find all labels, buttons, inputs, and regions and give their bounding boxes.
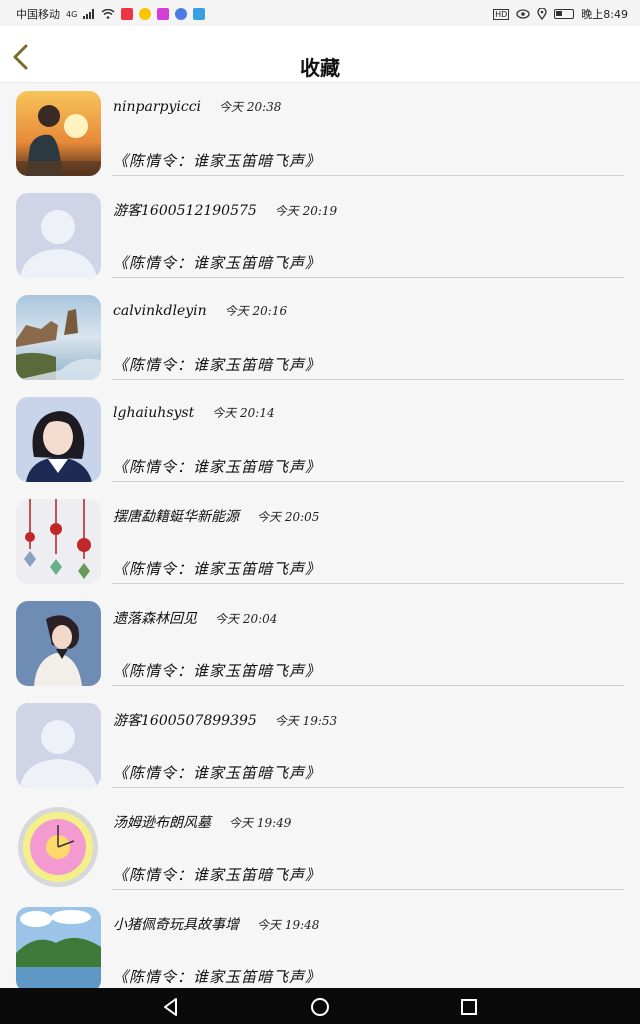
- favorites-list: ninparpyicci 今天 20:38 《陈情令：谁家玉笛暗飞声》 游客16…: [0, 82, 640, 988]
- default-person-icon: [16, 193, 101, 278]
- eye-icon: [516, 9, 530, 19]
- username: calvinkdleyin: [113, 303, 207, 319]
- pink-clock-image: [16, 805, 101, 890]
- timestamp: 今天 20:38: [219, 100, 282, 114]
- list-item[interactable]: 小猪佩奇玩具故事增 今天 19:48 《陈情令：谁家玉笛暗飞声》: [0, 898, 640, 988]
- header: 收藏: [0, 26, 640, 83]
- sea-cliff-image: [16, 295, 101, 380]
- recents-square-icon: [461, 999, 477, 1015]
- post-title: 《陈情令：谁家玉笛暗飞声》: [113, 458, 322, 476]
- avatar[interactable]: [16, 703, 101, 788]
- status-left: 中国移动 4G: [16, 6, 206, 22]
- navigation-bar: [0, 988, 640, 1024]
- app-icon-5: [193, 8, 206, 20]
- post-title: 《陈情令：谁家玉笛暗飞声》: [113, 560, 322, 578]
- status-bar: 中国移动 4G HD 晚上8:49: [0, 0, 640, 26]
- app-icon-1: [121, 8, 134, 20]
- username: 遗落森林回见: [113, 611, 197, 627]
- divider: [112, 583, 624, 584]
- avatar[interactable]: [16, 907, 101, 988]
- list-item[interactable]: 汤姆逊布朗风墓 今天 19:49 《陈情令：谁家玉笛暗飞声》: [0, 796, 640, 898]
- post-title: 《陈情令：谁家玉笛暗飞声》: [113, 152, 322, 170]
- location-icon: [537, 8, 547, 20]
- divider: [112, 175, 624, 176]
- list-item[interactable]: 游客1600512190575 今天 20:19 《陈情令：谁家玉笛暗飞声》: [0, 184, 640, 286]
- hd-icon: HD: [493, 8, 510, 20]
- divider: [112, 889, 624, 890]
- list-item[interactable]: 遗落森林回见 今天 20:04 《陈情令：谁家玉笛暗飞声》: [0, 592, 640, 694]
- avatar[interactable]: [16, 601, 101, 686]
- home-circle-icon: [311, 998, 329, 1016]
- item-meta: ninparpyicci 今天 20:38: [113, 98, 281, 115]
- timestamp: 今天 20:19: [274, 204, 338, 218]
- item-meta: 小猪佩奇玩具故事增 今天 19:48: [113, 914, 319, 934]
- divider: [112, 277, 624, 278]
- list-item[interactable]: 游客1600507899395 今天 19:53 《陈情令：谁家玉笛暗飞声》: [0, 694, 640, 796]
- post-title: 《陈情令：谁家玉笛暗飞声》: [113, 968, 322, 986]
- timestamp: 今天 20:16: [224, 304, 288, 318]
- timestamp: 今天 20:04: [215, 612, 278, 626]
- item-meta: 游客1600512190575 今天 20:19: [113, 200, 337, 220]
- list-item[interactable]: ninparpyicci 今天 20:38 《陈情令：谁家玉笛暗飞声》: [0, 82, 640, 184]
- nav-back-button[interactable]: [160, 996, 182, 1018]
- item-meta: 摆唐勐籍蜓华新能源 今天 20:05: [113, 506, 319, 526]
- girl-blue-image: [16, 601, 101, 686]
- username: 摆唐勐籍蜓华新能源: [113, 509, 239, 525]
- clock-label: 晚上8:49: [581, 8, 628, 21]
- avatar[interactable]: [16, 295, 101, 380]
- girl-portrait-image: [16, 397, 101, 482]
- signal-icon: [83, 9, 95, 19]
- item-meta: 游客1600507899395 今天 19:53: [113, 710, 337, 730]
- item-meta: 汤姆逊布朗风墓 今天 19:49: [113, 812, 291, 832]
- timestamp: 今天 19:48: [257, 918, 320, 932]
- app-icon-3: [157, 8, 170, 20]
- status-right: HD 晚上8:49: [493, 6, 628, 22]
- app-icon-2: [139, 8, 152, 20]
- item-meta: calvinkdleyin 今天 20:16: [113, 302, 287, 319]
- divider: [112, 685, 624, 686]
- avatar[interactable]: [16, 193, 101, 278]
- avatar[interactable]: [16, 91, 101, 176]
- item-meta: 遗落森林回见 今天 20:04: [113, 608, 277, 628]
- post-title: 《陈情令：谁家玉笛暗飞声》: [113, 662, 322, 680]
- timestamp: 今天 19:53: [274, 714, 338, 728]
- carrier-label: 中国移动: [16, 8, 60, 21]
- list-item[interactable]: 摆唐勐籍蜓华新能源 今天 20:05 《陈情令：谁家玉笛暗飞声》: [0, 490, 640, 592]
- page-title: 收藏: [300, 56, 340, 80]
- item-meta: lghaiuhsyst 今天 20:14: [113, 404, 275, 421]
- divider: [112, 787, 624, 788]
- divider: [112, 481, 624, 482]
- timestamp: 今天 20:05: [257, 510, 320, 524]
- list-item[interactable]: lghaiuhsyst 今天 20:14 《陈情令：谁家玉笛暗飞声》: [0, 388, 640, 490]
- post-title: 《陈情令：谁家玉笛暗飞声》: [113, 866, 322, 884]
- default-person-icon: [16, 703, 101, 788]
- username: 游客1600512190575: [113, 203, 257, 219]
- post-title: 《陈情令：谁家玉笛暗飞声》: [113, 356, 322, 374]
- timestamp: 今天 20:14: [212, 406, 275, 420]
- avatar[interactable]: [16, 397, 101, 482]
- avatar[interactable]: [16, 805, 101, 890]
- sunset-person-image: [16, 91, 101, 176]
- username: 游客1600507899395: [113, 713, 257, 729]
- avatar[interactable]: [16, 499, 101, 584]
- battery-icon: [554, 9, 575, 19]
- nav-home-button[interactable]: [309, 996, 331, 1018]
- wifi-icon: [101, 9, 115, 19]
- list-item[interactable]: calvinkdleyin 今天 20:16 《陈情令：谁家玉笛暗飞声》: [0, 286, 640, 388]
- lake-mountain-image: [16, 907, 101, 988]
- chinese-knots-image: [16, 499, 101, 584]
- username: lghaiuhsyst: [113, 405, 195, 421]
- username: 小猪佩奇玩具故事增: [113, 917, 239, 933]
- divider: [112, 379, 624, 380]
- username: 汤姆逊布朗风墓: [113, 815, 211, 831]
- timestamp: 今天 19:49: [229, 816, 292, 830]
- nav-recents-button[interactable]: [458, 996, 480, 1018]
- network-label: 4G: [66, 9, 78, 19]
- post-title: 《陈情令：谁家玉笛暗飞声》: [113, 764, 322, 782]
- back-triangle-icon: [164, 998, 177, 1016]
- app-icon-4: [175, 8, 188, 20]
- post-title: 《陈情令：谁家玉笛暗飞声》: [113, 254, 322, 272]
- username: ninparpyicci: [113, 99, 202, 115]
